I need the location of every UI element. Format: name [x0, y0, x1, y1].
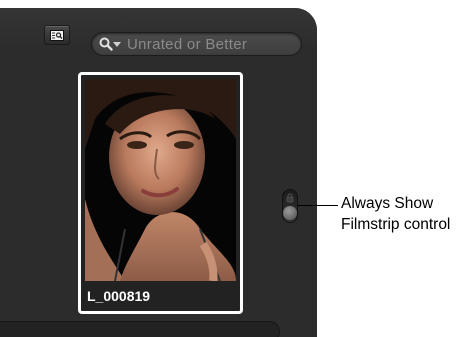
browser-view-icon — [50, 30, 64, 41]
view-mode-button[interactable] — [44, 25, 70, 45]
thumbnail-image — [85, 79, 236, 281]
photo-thumbnail[interactable]: L_000819 — [78, 72, 243, 314]
callout-line-2: Filmstrip control — [341, 216, 451, 233]
thumbnail-filename: L_000819 — [87, 288, 151, 304]
magnifier-icon — [99, 37, 113, 51]
toggle-knob[interactable] — [283, 206, 297, 220]
chevron-down-icon[interactable] — [113, 42, 121, 47]
browser-panel: Unrated or Better L_000819 — [0, 8, 317, 337]
search-placeholder: Unrated or Better — [127, 36, 248, 53]
callout-label: Always Show Filmstrip control — [341, 193, 450, 235]
lock-icon — [286, 193, 294, 203]
always-show-filmstrip-toggle[interactable] — [282, 189, 298, 223]
callout-line-1: Always Show — [341, 195, 434, 212]
rating-filter-search[interactable]: Unrated or Better — [91, 32, 302, 56]
filmstrip-scrollbar[interactable] — [0, 321, 280, 337]
callout-leader-line — [298, 205, 338, 206]
